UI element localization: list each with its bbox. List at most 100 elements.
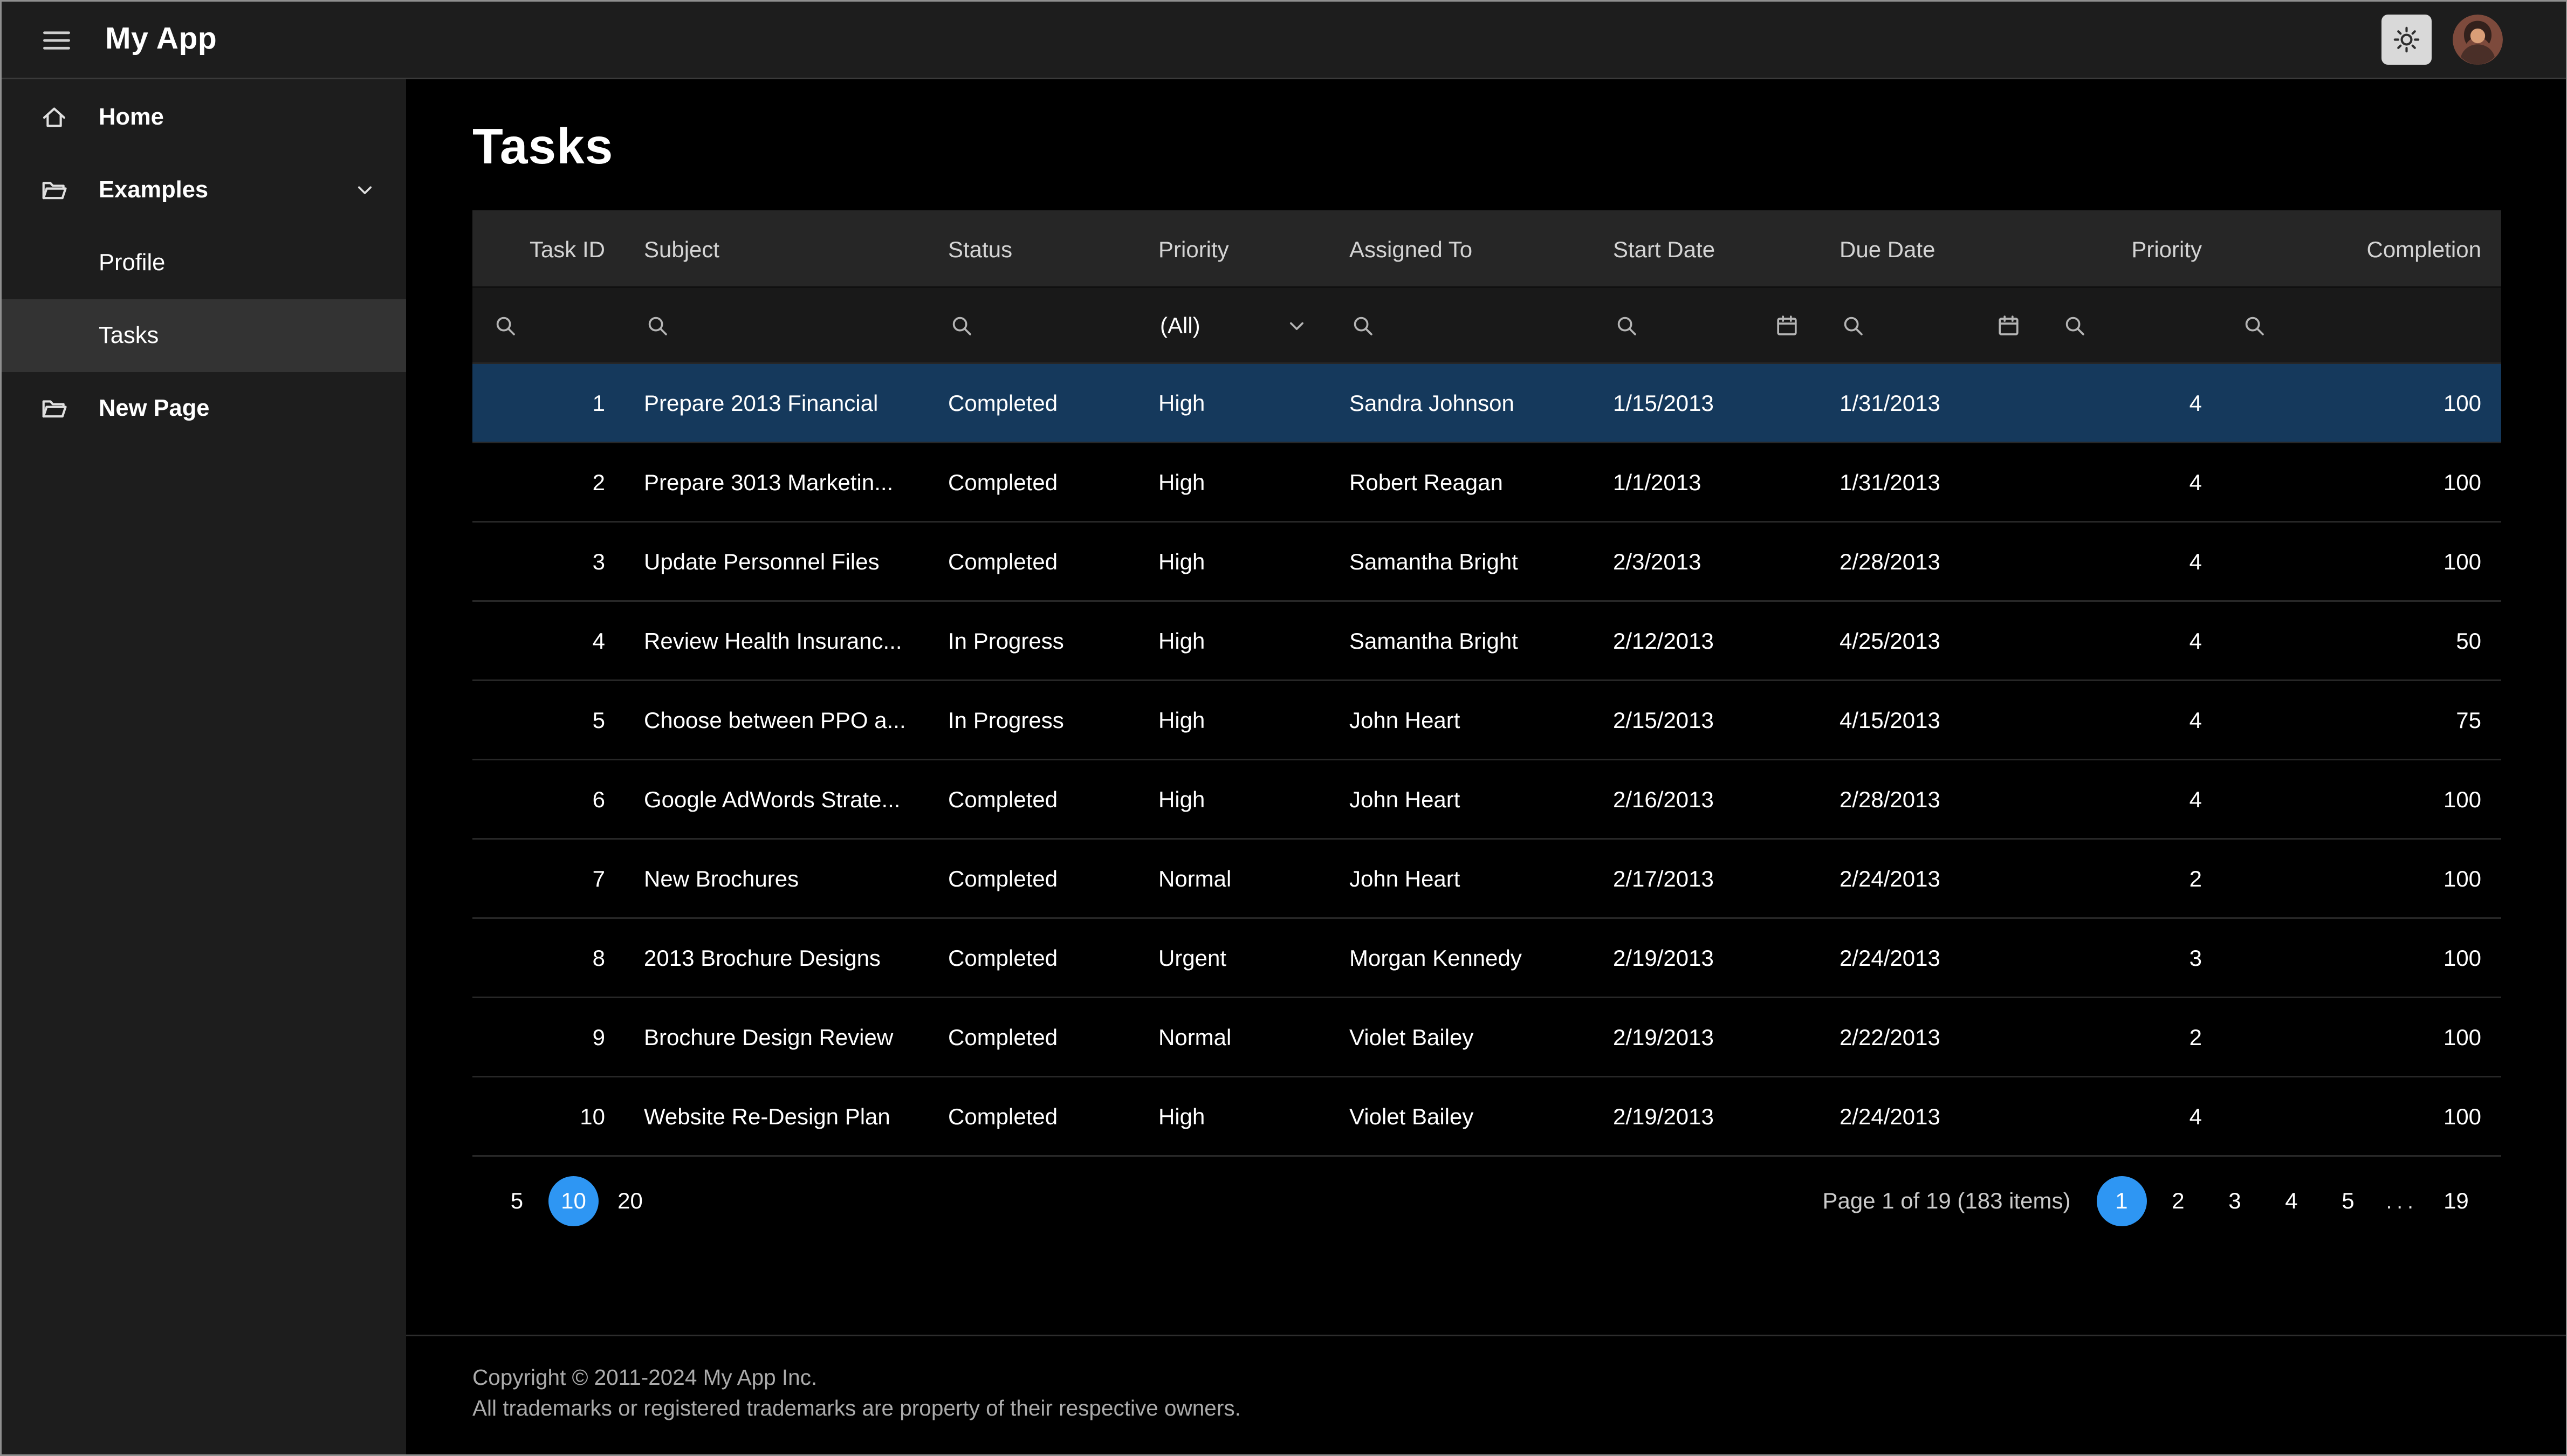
copyright-text: Copyright © 2011-2024 My App Inc.: [472, 1362, 2501, 1394]
filter-cell-task-id[interactable]: [472, 288, 624, 362]
pager-ellipsis: ...: [2386, 1189, 2418, 1213]
search-icon: [1615, 313, 1639, 338]
sidebar-nav: HomeExamplesProfileTasksNew Page: [2, 79, 406, 1454]
sidebar-item-profile[interactable]: Profile: [2, 226, 406, 299]
page-button-19[interactable]: 19: [2431, 1176, 2481, 1226]
page-size-5[interactable]: 5: [492, 1176, 542, 1226]
sidebar-item-new-page[interactable]: New Page: [2, 372, 406, 445]
cell-priority: High: [1139, 469, 1330, 495]
column-header-start-date[interactable]: Start Date: [1594, 236, 1820, 262]
filter-cell-assigned-to[interactable]: [1330, 288, 1594, 362]
cell-task-id: 6: [472, 786, 624, 812]
page-footer: Copyright © 2011-2024 My App Inc. All tr…: [406, 1335, 2565, 1454]
table-row[interactable]: 2Prepare 3013 Marketin...CompletedHighRo…: [472, 443, 2501, 523]
filter-cell-priority-2[interactable]: [2042, 288, 2221, 362]
cell-subject: Brochure Design Review: [624, 1024, 929, 1050]
user-avatar[interactable]: [2452, 15, 2502, 65]
cell-due-date: 4/15/2013: [1820, 707, 2042, 733]
column-header-assigned-to[interactable]: Assigned To: [1330, 236, 1594, 262]
chevron-down-icon[interactable]: [1285, 313, 1309, 338]
column-header-subject[interactable]: Subject: [624, 236, 929, 262]
table-row[interactable]: 9Brochure Design ReviewCompletedNormalVi…: [472, 998, 2501, 1077]
table-row[interactable]: 5Choose between PPO a...In ProgressHighJ…: [472, 681, 2501, 760]
cell-status: Completed: [929, 469, 1139, 495]
trademark-text: All trademarks or registered trademarks …: [472, 1393, 2501, 1425]
grid-pager: 51020 Page 1 of 19 (183 items) 12345...1…: [472, 1157, 2501, 1244]
page-numbers: 12345... 19: [2093, 1176, 2484, 1226]
table-row[interactable]: 82013 Brochure DesignsCompletedUrgentMor…: [472, 919, 2501, 998]
sidebar-item-examples[interactable]: Examples: [2, 154, 406, 226]
sidebar-item-tasks[interactable]: Tasks: [2, 299, 406, 372]
menu-toggle-button[interactable]: [34, 17, 79, 63]
cell-completion: 100: [2221, 1103, 2501, 1129]
cell-task-id: 1: [472, 390, 624, 416]
cell-task-id: 7: [472, 866, 624, 891]
cell-status: Completed: [929, 866, 1139, 891]
table-row[interactable]: 1Prepare 2013 FinancialCompletedHighSand…: [472, 364, 2501, 443]
cell-start-date: 1/15/2013: [1594, 390, 1820, 416]
page-size-20[interactable]: 20: [605, 1176, 655, 1226]
filter-cell-subject[interactable]: [624, 288, 929, 362]
cell-status: Completed: [929, 1103, 1139, 1129]
page-button-5[interactable]: 5: [2323, 1176, 2373, 1226]
cell-start-date: 1/1/2013: [1594, 469, 1820, 495]
cell-priority: Normal: [1139, 1024, 1330, 1050]
cell-due-date: 2/28/2013: [1820, 786, 2042, 812]
cell-task-id: 2: [472, 469, 624, 495]
page-button-2[interactable]: 2: [2153, 1176, 2203, 1226]
cell-priority: 4: [2042, 786, 2221, 812]
cell-assigned-to: John Heart: [1330, 786, 1594, 812]
cell-start-date: 2/19/2013: [1594, 945, 1820, 971]
table-row[interactable]: 10Website Re-Design PlanCompletedHighVio…: [472, 1077, 2501, 1157]
theme-toggle-button[interactable]: [2381, 15, 2431, 65]
cell-status: Completed: [929, 945, 1139, 971]
search-icon: [493, 313, 518, 338]
column-header-priority-2[interactable]: Priority: [2042, 236, 2221, 262]
table-row[interactable]: 4Review Health Insuranc...In ProgressHig…: [472, 602, 2501, 681]
page-button-1[interactable]: 1: [2096, 1176, 2146, 1226]
table-row[interactable]: 7New BrochuresCompletedNormalJohn Heart2…: [472, 840, 2501, 919]
cell-due-date: 2/22/2013: [1820, 1024, 2042, 1050]
sidebar-item-home[interactable]: Home: [2, 81, 406, 154]
calendar-icon[interactable]: [1775, 313, 1799, 338]
cell-priority: 4: [2042, 548, 2221, 574]
search-icon: [2242, 313, 2267, 338]
cell-subject: 2013 Brochure Designs: [624, 945, 929, 971]
cell-subject: Review Health Insuranc...: [624, 628, 929, 654]
page-button-4[interactable]: 4: [2266, 1176, 2316, 1226]
page-button-3[interactable]: 3: [2209, 1176, 2260, 1226]
table-row[interactable]: 6Google AdWords Strate...CompletedHighJo…: [472, 760, 2501, 840]
cell-status: Completed: [929, 390, 1139, 416]
cell-subject: Google AdWords Strate...: [624, 786, 929, 812]
cell-completion: 100: [2221, 866, 2501, 891]
cell-priority: High: [1139, 548, 1330, 574]
cell-task-id: 3: [472, 548, 624, 574]
column-header-completion[interactable]: Completion: [2221, 236, 2501, 262]
calendar-icon[interactable]: [1996, 313, 2021, 338]
search-icon: [1841, 313, 1865, 338]
cell-priority: High: [1139, 786, 1330, 812]
cell-priority: 4: [2042, 707, 2221, 733]
column-header-priority[interactable]: Priority: [1139, 236, 1330, 262]
search-icon: [1351, 313, 1375, 338]
cell-priority: 2: [2042, 866, 2221, 891]
column-header-task-id[interactable]: Task ID: [472, 236, 624, 262]
filter-cell-start-date[interactable]: [1594, 288, 1820, 362]
search-icon: [950, 313, 974, 338]
cell-status: Completed: [929, 1024, 1139, 1050]
cell-subject: Website Re-Design Plan: [624, 1103, 929, 1129]
main-content: Tasks Task IDSubjectStatusPriorityAssign…: [406, 79, 2565, 1454]
table-row[interactable]: 3Update Personnel FilesCompletedHighSama…: [472, 523, 2501, 602]
topbar: My App: [2, 2, 2565, 79]
cell-assigned-to: John Heart: [1330, 707, 1594, 733]
cell-task-id: 9: [472, 1024, 624, 1050]
app-root: My App HomeExamplesProfileTasksNew Page …: [0, 0, 2567, 1456]
filter-cell-status[interactable]: [929, 288, 1139, 362]
filter-select-priority[interactable]: (All): [1139, 288, 1330, 362]
page-size-10[interactable]: 10: [548, 1176, 599, 1226]
filter-cell-due-date[interactable]: [1820, 288, 2042, 362]
search-icon: [2063, 313, 2087, 338]
column-header-status[interactable]: Status: [929, 236, 1139, 262]
column-header-due-date[interactable]: Due Date: [1820, 236, 2042, 262]
filter-cell-completion[interactable]: [2221, 288, 2501, 362]
